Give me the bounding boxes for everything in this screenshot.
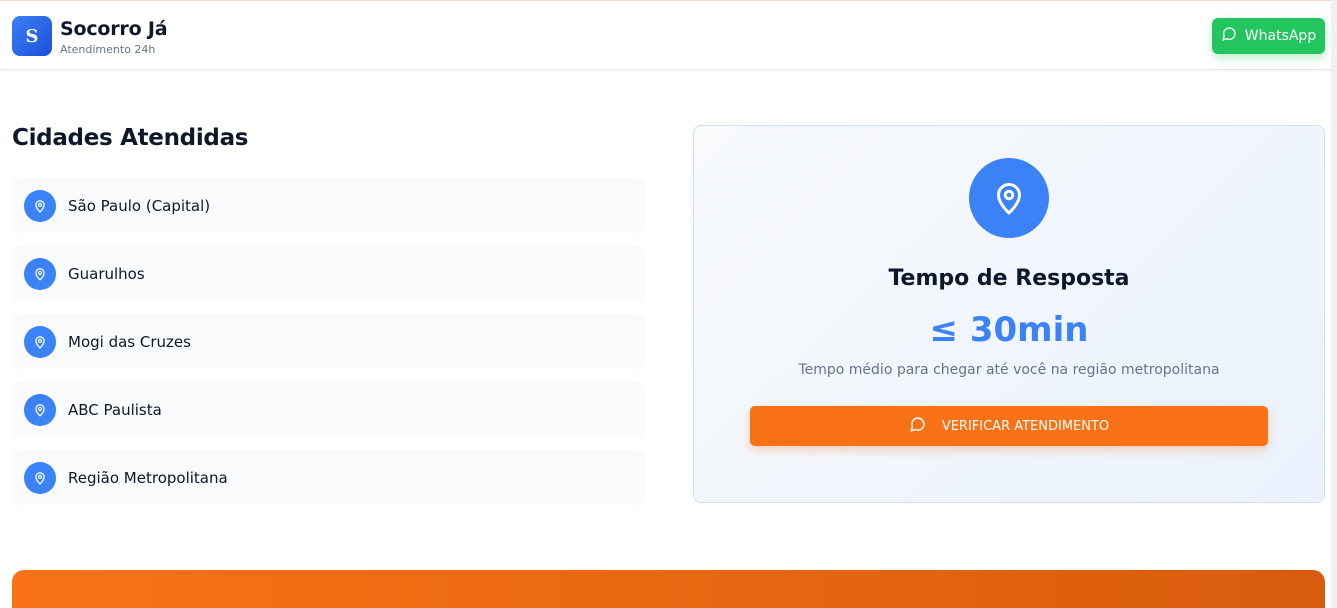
map-pin-icon: [24, 393, 56, 426]
whatsapp-label: WhatsApp: [1244, 28, 1317, 44]
chat-icon: [909, 416, 926, 437]
city-label: Guarulhos: [68, 264, 145, 283]
city-label: Região Metropolitana: [68, 468, 228, 487]
cta-banner: [12, 570, 1325, 608]
response-time-description: Tempo médio para chegar até você na regi…: [798, 362, 1220, 378]
map-pin-icon: [24, 461, 56, 494]
response-time-card: Tempo de Resposta ≤ 30min Tempo médio pa…: [693, 125, 1325, 503]
city-label: São Paulo (Capital): [68, 196, 211, 215]
map-pin-icon: [969, 158, 1049, 238]
whatsapp-button[interactable]: WhatsApp: [1212, 18, 1325, 54]
whatsapp-icon: [1221, 26, 1237, 46]
city-item-mogi-das-cruzes[interactable]: Mogi das Cruzes: [12, 314, 645, 369]
site-header: S Socorro Já Atendimento 24h WhatsApp: [0, 0, 1337, 70]
city-item-regiao-metropolitana[interactable]: Região Metropolitana: [12, 450, 645, 505]
city-item-guarulhos[interactable]: Guarulhos: [12, 246, 645, 301]
verify-service-label: VERIFICAR ATENDIMENTO: [941, 418, 1110, 434]
map-pin-icon: [24, 257, 56, 290]
map-pin-icon: [24, 325, 56, 358]
city-list: São Paulo (Capital) Guarulhos Mogi das C…: [12, 178, 645, 518]
page-scrollbar[interactable]: [1331, 0, 1337, 608]
response-card-title: Tempo de Resposta: [888, 266, 1130, 291]
city-item-sao-paulo[interactable]: São Paulo (Capital): [12, 178, 645, 233]
map-pin-icon: [24, 189, 56, 222]
verify-service-button[interactable]: VERIFICAR ATENDIMENTO: [750, 406, 1268, 446]
cities-section-title: Cidades Atendidas: [12, 125, 249, 151]
city-label: Mogi das Cruzes: [68, 332, 191, 351]
response-time-value: ≤ 30min: [929, 310, 1089, 350]
city-label: ABC Paulista: [68, 400, 162, 419]
brand-tagline: Atendimento 24h: [60, 43, 156, 56]
city-item-abc-paulista[interactable]: ABC Paulista: [12, 382, 645, 437]
brand-name[interactable]: Socorro Já: [60, 18, 168, 40]
logo[interactable]: S: [12, 16, 52, 56]
